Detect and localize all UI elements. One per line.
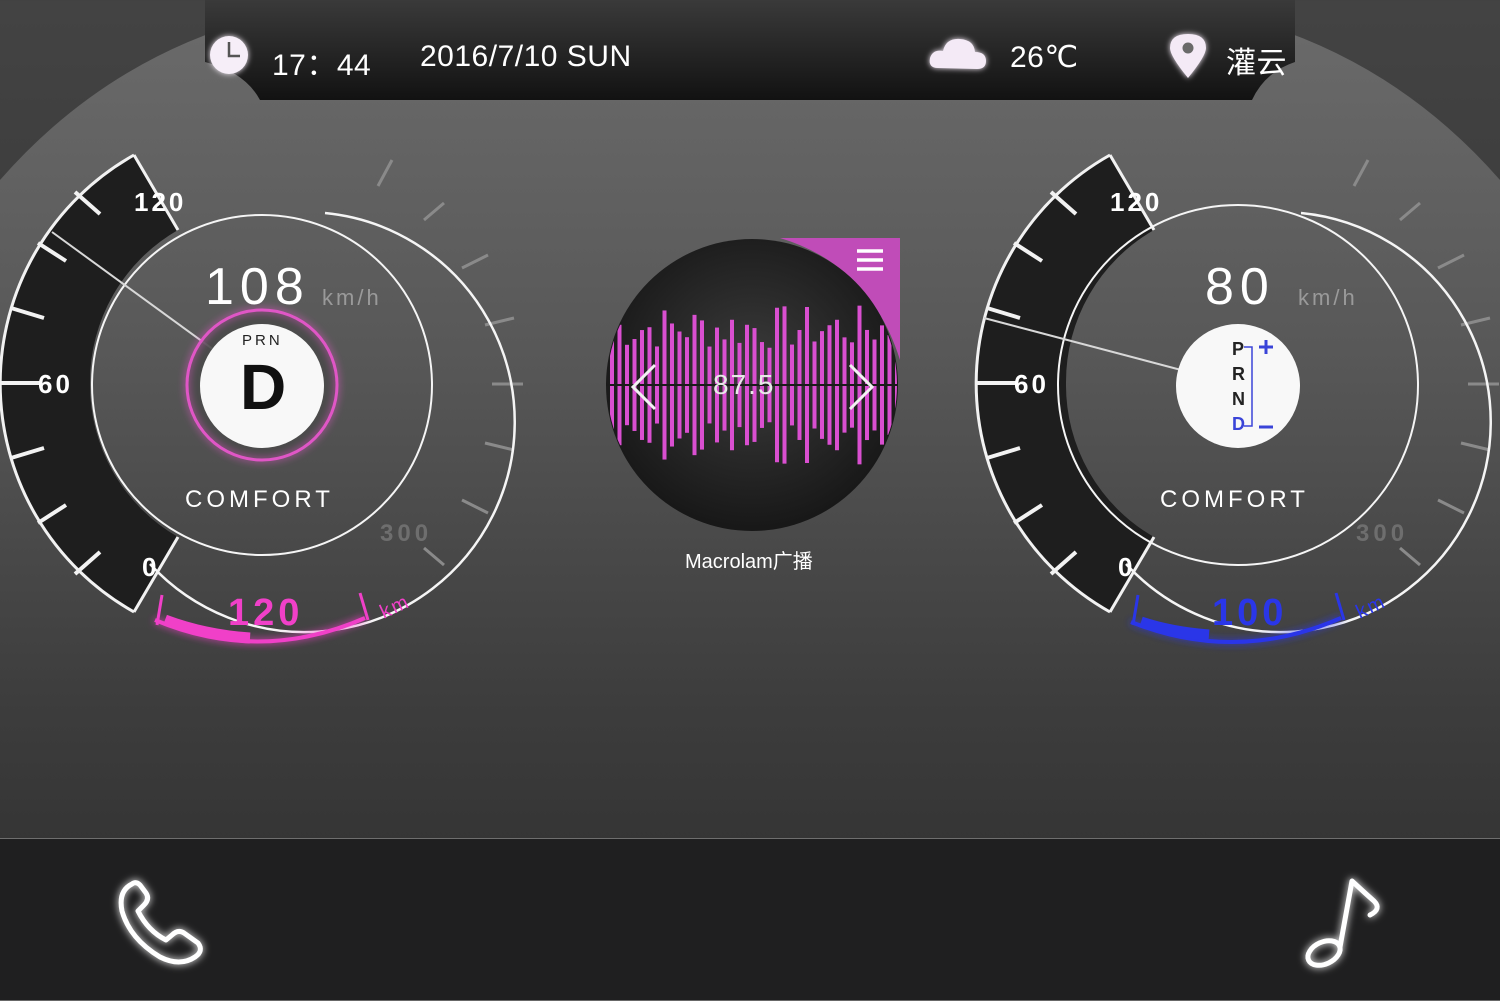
radio-station-name[interactable]: Macrolam广播 [685,545,813,574]
phone-icon[interactable] [118,880,203,965]
music-note-icon[interactable] [1304,878,1380,970]
dashboard: 17：44 2016/7/10 SUN 26℃ 灌云 120 60 0 300 … [0,0,1500,1000]
radio-frequency: 87.5 [713,369,776,400]
bottom-bar [0,838,1500,1000]
